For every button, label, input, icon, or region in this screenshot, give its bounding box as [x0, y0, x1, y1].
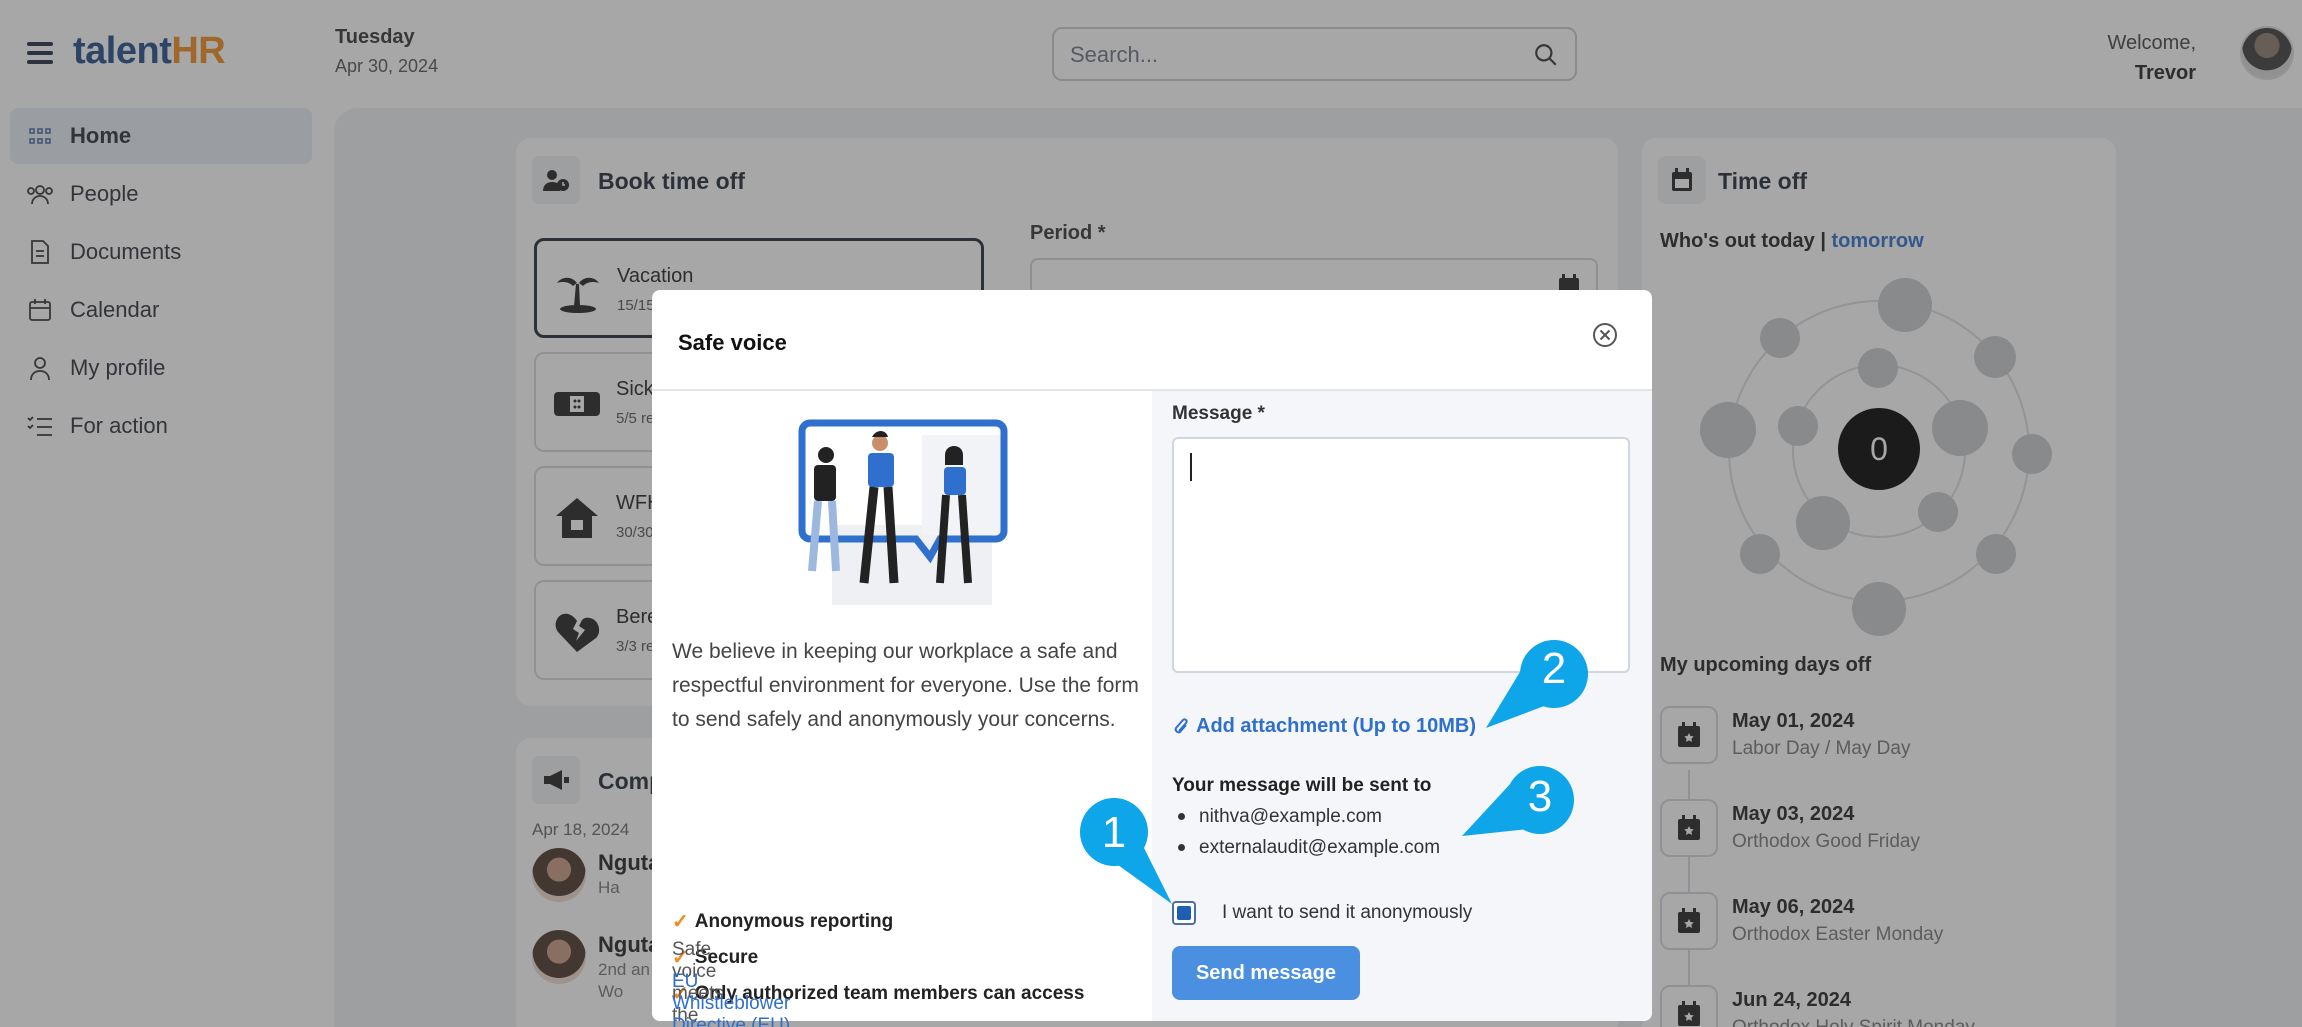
team-conversation-illustration: [798, 419, 1008, 605]
paperclip-icon: [1174, 717, 1188, 733]
add-attachment-label: Add attachment (Up to 10MB): [1196, 715, 1476, 737]
anonymous-option[interactable]: I want to send it anonymously: [1172, 901, 1472, 925]
modal-title: Safe voice: [678, 330, 787, 355]
feature-item: ✓ Anonymous reporting: [672, 909, 893, 934]
anonymous-label: I want to send it anonymously: [1222, 902, 1473, 923]
close-icon[interactable]: [1590, 320, 1620, 350]
message-label: Message *: [1172, 403, 1265, 424]
text-cursor: [1190, 453, 1192, 481]
modal-header: Safe voice: [652, 290, 1652, 391]
send-message-button[interactable]: Send message: [1172, 946, 1360, 1000]
callout-number-3: 3: [1527, 772, 1553, 821]
callout-number-2: 2: [1541, 644, 1567, 693]
recipient-email: nithva@example.com: [1172, 801, 1440, 832]
check-icon: ✓: [672, 911, 689, 933]
eu-directive-link[interactable]: EU Whistleblower Directive (EU) 2019/193…: [672, 971, 790, 1027]
add-attachment-link[interactable]: Add attachment (Up to 10MB): [1172, 715, 1476, 738]
safe-voice-description: We believe in keeping our workplace a sa…: [672, 640, 1139, 731]
recipient-email: externalaudit@example.com: [1172, 832, 1440, 863]
recipients-list: nithva@example.com externalaudit@example…: [1172, 801, 1440, 863]
modal-info-panel: We believe in keeping our workplace a sa…: [652, 391, 1152, 1021]
recipients-heading: Your message will be sent to: [1172, 775, 1432, 796]
callout-number-1: 1: [1101, 808, 1127, 857]
feature-label: Anonymous reporting: [694, 910, 894, 932]
checkbox-checked-mark: [1177, 906, 1191, 920]
